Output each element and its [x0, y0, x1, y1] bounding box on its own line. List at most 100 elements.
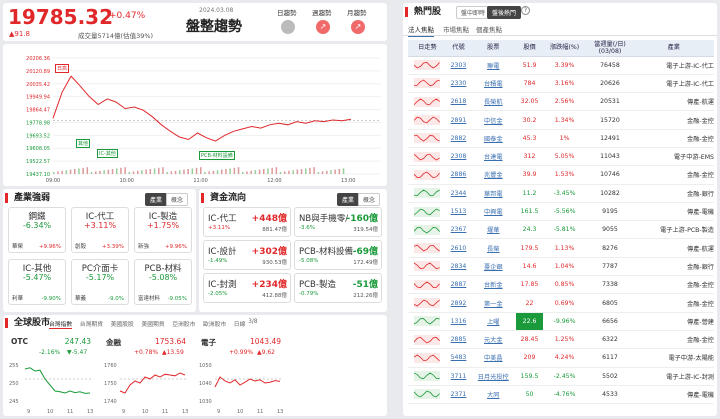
stock-name[interactable]: 台新金	[470, 275, 517, 295]
flow-tab-industry[interactable]: 產業	[337, 193, 360, 206]
flow-card[interactable]: NB與手機零/-160億 -3.6% 319.54億	[294, 207, 382, 237]
flow-card[interactable]: PCB-製造 -51億 -0.79% 212.26億	[294, 273, 382, 303]
flow-tab-concept[interactable]: 概念	[358, 193, 381, 206]
industry-tab-industry[interactable]: 產業	[145, 193, 168, 206]
trend-week-icon[interactable]: ↗	[316, 20, 330, 34]
stock-name[interactable]: 台達電	[470, 147, 517, 167]
global-tab[interactable]: 美國期貨	[141, 319, 164, 328]
stock-code[interactable]: 2344	[446, 184, 471, 203]
hot-tab-afterhours[interactable]: 盤後熱門	[487, 6, 522, 19]
table-row[interactable]: 2367 燿華 24.3 -5.81% 9055 電子上游-PCB-製造	[408, 220, 714, 240]
industry-tab-concept[interactable]: 概念	[166, 193, 189, 206]
global-mini-chart[interactable]: 電子 1043.49 +0.99% ▲9.62 1050 1040 1030 9 10 11 13	[197, 335, 285, 415]
flow-card[interactable]: IC-設計 +302億 -1.49% 930.53億	[203, 240, 291, 270]
table-row[interactable]: 2303 聯電 51.9 3.39% 76458 電子上游-IC-代工	[408, 56, 714, 75]
column-header[interactable]: 漲跌幅(%)	[542, 40, 587, 57]
industry-card[interactable]: IC-製造 +1.75% 新強 +9.96%	[134, 207, 192, 253]
stock-code[interactable]: 2892	[446, 293, 471, 313]
stock-code[interactable]: 2885	[446, 330, 471, 350]
column-header[interactable]: 代號	[446, 40, 471, 57]
table-row[interactable]: 1513 中興電 161.5 -5.56% 9195 傳產-電機	[408, 202, 714, 222]
industry-card[interactable]: IC-其他 -5.47% 利華 -9.90%	[8, 259, 66, 305]
stock-name[interactable]: 台積電	[470, 74, 517, 94]
stock-name[interactable]: 中信金	[470, 110, 517, 130]
stock-code[interactable]: 2308	[446, 147, 471, 167]
stock-name[interactable]: 元大金	[470, 330, 517, 350]
stock-name[interactable]: 兆豐金	[470, 165, 517, 185]
subtab-stock[interactable]: 個產焦點	[476, 24, 502, 34]
column-header[interactable]: 產業	[633, 40, 714, 57]
stock-code[interactable]: 1316	[446, 312, 471, 331]
column-header[interactable]: 股價	[516, 40, 543, 57]
stock-name[interactable]: 長榮航	[470, 92, 517, 112]
stock-name[interactable]: 大同	[470, 385, 517, 405]
stock-code[interactable]: 2371	[446, 385, 471, 405]
flow-card[interactable]: PCB-材料設備 -69億 -5.08% 172.49億	[294, 240, 382, 270]
stock-code[interactable]: 3711	[446, 367, 471, 386]
trend-month-icon[interactable]: ↗	[351, 20, 365, 34]
global-tab[interactable]: 亞洲股市	[172, 319, 195, 328]
table-row[interactable]: 2308 台達電 312 5.05% 11043 電子中游-EMS	[408, 147, 714, 167]
stock-code[interactable]: 2367	[446, 220, 471, 240]
industry-card[interactable]: IC-代工 +3.11% 創毅 +3.39%	[71, 207, 129, 253]
help-icon[interactable]: ?	[521, 6, 530, 15]
table-row[interactable]: 2886 兆豐金 39.9 1.53% 10746 金融-金控	[408, 165, 714, 185]
stock-name[interactable]: 中美晶	[470, 348, 517, 368]
stock-code[interactable]: 2618	[446, 92, 471, 112]
hot-tab-intraday[interactable]: 盤中即時	[456, 6, 491, 19]
subtab-market[interactable]: 市場焦點	[443, 24, 469, 34]
stock-code[interactable]: 2834	[446, 257, 471, 277]
table-row[interactable]: 5483 中美晶 209 4.24% 6117 電子中游-太陽能	[408, 348, 714, 368]
industry-card[interactable]: PCB-材料 -5.08% 富達材料 -9.05%	[134, 259, 192, 305]
global-tab[interactable]: 台灣指數	[49, 319, 73, 329]
stock-code[interactable]: 2891	[446, 110, 471, 130]
stock-name[interactable]: 臺企銀	[470, 257, 517, 277]
table-row[interactable]: 2892 第一金 22 0.69% 6805 金融-金控	[408, 293, 714, 313]
column-header[interactable]: 股票	[470, 40, 517, 57]
stock-code[interactable]: 2330	[446, 74, 471, 94]
table-row[interactable]: 2371 大同 50 -4.76% 4533 傳產-電機	[408, 385, 714, 405]
table-row[interactable]: 2618 長榮航 32.05 2.56% 20531 傳產-航運	[408, 92, 714, 112]
global-tab[interactable]: 台灣期貨	[80, 319, 103, 328]
table-row[interactable]: 3711 日月光投控 159.5 -2.45% 5502 電子上游-IC-封測	[408, 367, 714, 386]
table-row[interactable]: 2330 台積電 784 3.16% 20626 電子上游-IC-代工	[408, 74, 714, 94]
global-tab[interactable]: 日線	[234, 319, 246, 328]
table-row[interactable]: 2891 中信金 30.2 1.34% 15720 金融-金控	[408, 110, 714, 130]
stock-code[interactable]: 2886	[446, 165, 471, 185]
table-row[interactable]: 2882 國泰金 45.3 1% 12491 金融-金控	[408, 129, 714, 148]
stock-code[interactable]: 2882	[446, 129, 471, 148]
global-mini-chart[interactable]: 金融 1753.64 +0.78% ▲13.59 1760 1750 1740 9 10 11 13	[102, 335, 190, 415]
stock-name[interactable]: 日月光投控	[470, 367, 517, 386]
column-header[interactable]: 日走勢	[408, 40, 447, 57]
global-tab[interactable]: 歐洲股市	[203, 319, 226, 328]
industry-card[interactable]: 鋼鐵 -6.34% 華榮 +9.96%	[8, 207, 66, 253]
table-row[interactable]: 2887 台新金 17.85 0.85% 7338 金融-金控	[408, 275, 714, 295]
global-tab[interactable]: 美國股股	[111, 319, 134, 328]
stock-name[interactable]: 上曜	[470, 312, 517, 331]
stock-name[interactable]: 燿華	[470, 220, 517, 240]
stock-name[interactable]: 中興電	[470, 202, 517, 222]
global-mini-chart[interactable]: OTC 247.43 -2.16% ▼-5.47 255 250 245 9 10 11 13	[7, 335, 95, 415]
table-row[interactable]: 2885 元大金 28.45 1.25% 6322 金融-金控	[408, 330, 714, 350]
stock-volume: 20531	[586, 92, 634, 112]
stock-name[interactable]: 聯電	[470, 56, 517, 75]
stock-name[interactable]: 華邦電	[470, 184, 517, 203]
table-row[interactable]: 2834 臺企銀 14.6 1.04% 7787 金融-銀行	[408, 257, 714, 277]
stock-name[interactable]: 長榮	[470, 238, 517, 258]
stock-name[interactable]: 第一金	[470, 293, 517, 313]
flow-card[interactable]: IC-代工 +448億 +3.11% 881.47億	[203, 207, 291, 237]
stock-name[interactable]: 國泰金	[470, 129, 517, 148]
column-header[interactable]: 當週量(/日) (03/08)	[586, 40, 634, 57]
stock-code[interactable]: 2887	[446, 275, 471, 295]
stock-code[interactable]: 5483	[446, 348, 471, 368]
industry-card[interactable]: PC介面卡 -5.17% 華義 -9.0%	[71, 259, 129, 305]
trend-day-icon[interactable]	[281, 20, 295, 34]
flow-card[interactable]: IC-封測 +234億 -2.05% 412.88億	[203, 273, 291, 303]
table-row[interactable]: 1316 上曜 22.6 -9.96% 6656 傳產-營建	[408, 312, 714, 331]
stock-code[interactable]: 2610	[446, 238, 471, 258]
table-row[interactable]: 2344 華邦電 11.2 -3.45% 10282 金融-銀行	[408, 184, 714, 203]
industry-card-pct: -5.17%	[85, 273, 115, 282]
stock-code[interactable]: 1513	[446, 202, 471, 222]
table-row[interactable]: 2610 長榮 179.5 1.13% 8276 傳產-航運	[408, 238, 714, 258]
stock-code[interactable]: 2303	[446, 56, 471, 75]
